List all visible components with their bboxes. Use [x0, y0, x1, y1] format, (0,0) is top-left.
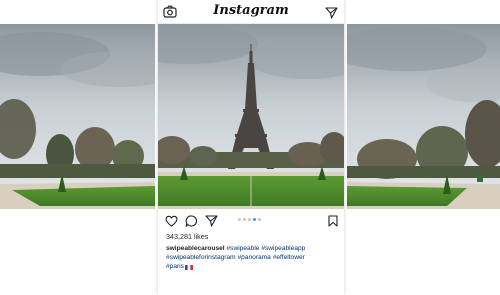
hashtag[interactable]: #effeltower — [273, 254, 305, 261]
hashtag[interactable]: #paris — [166, 263, 184, 270]
comment-icon[interactable] — [185, 214, 198, 228]
instagram-post-frame: Instagram 343,281 likes swipeablecarouse… — [158, 0, 344, 295]
hashtag[interactable]: #swipeable — [226, 245, 259, 252]
carousel-panel-left — [0, 24, 155, 209]
post-caption: swipeablecarousel #swipeable #swipeablea… — [166, 244, 340, 272]
carousel-indicator — [238, 218, 268, 222]
likes-count[interactable]: 343,281 likes — [166, 232, 208, 241]
save-icon[interactable] — [328, 214, 341, 227]
carousel-panel-right — [347, 24, 500, 209]
carousel-dot — [243, 218, 246, 221]
direct-message-icon[interactable] — [325, 6, 338, 19]
heart-icon[interactable] — [165, 214, 178, 227]
hashtag[interactable]: #panorama — [237, 254, 270, 261]
carousel-dot — [238, 218, 241, 221]
caption-username[interactable]: swipeablecarousel — [166, 245, 225, 252]
share-icon[interactable] — [205, 214, 218, 227]
carousel-dot — [248, 218, 251, 221]
post-photo-eiffel-tower[interactable] — [158, 24, 344, 209]
carousel-dot — [253, 218, 256, 221]
hashtag[interactable]: #swipeableapp — [261, 245, 305, 252]
app-logo: Instagram — [213, 3, 289, 18]
france-flag-icon — [184, 264, 193, 271]
top-bar: Instagram — [158, 0, 344, 24]
post-actions-bar — [158, 211, 344, 229]
hashtag[interactable]: #swipeableforinstagram — [166, 254, 236, 261]
carousel-dot — [258, 218, 261, 221]
